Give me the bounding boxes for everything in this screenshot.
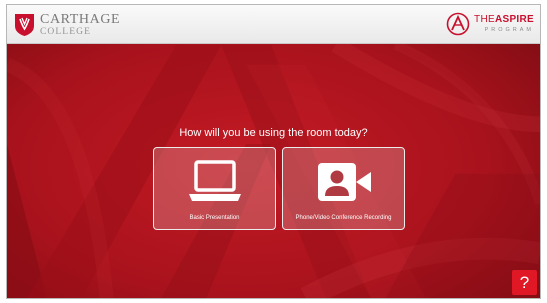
help-button[interactable]: ? xyxy=(512,270,537,295)
conference-recording-label: Phone/Video Conference Recording xyxy=(295,215,392,221)
college-logo: CARTHAGE COLLEGE xyxy=(14,12,120,38)
shield-icon xyxy=(15,14,34,36)
college-name: CARTHAGE xyxy=(40,11,121,27)
header-bar: CARTHAGE COLLEGE THEASPIRE PROGRAM xyxy=(7,5,540,44)
aspire-program-text: PROGRAM xyxy=(484,26,534,33)
college-subtitle: COLLEGE xyxy=(40,26,91,37)
basic-presentation-button[interactable]: Basic Presentation xyxy=(153,147,276,230)
aspire-a-icon xyxy=(446,12,470,36)
room-usage-prompt: How will you be using the room today? xyxy=(179,127,368,139)
aspire-the-text: THE xyxy=(474,13,495,25)
basic-presentation-label: Basic Presentation xyxy=(189,215,240,221)
conference-recording-button[interactable]: Phone/Video Conference Recording xyxy=(282,147,405,230)
laptop-icon xyxy=(188,160,241,201)
kiosk-screen: CARTHAGE COLLEGE THEASPIRE PROGRAM How w… xyxy=(6,4,541,299)
aspire-logo: THEASPIRE PROGRAM xyxy=(446,12,534,36)
aspire-word-text: ASPIRE xyxy=(494,13,534,25)
video-camera-icon xyxy=(317,163,371,201)
